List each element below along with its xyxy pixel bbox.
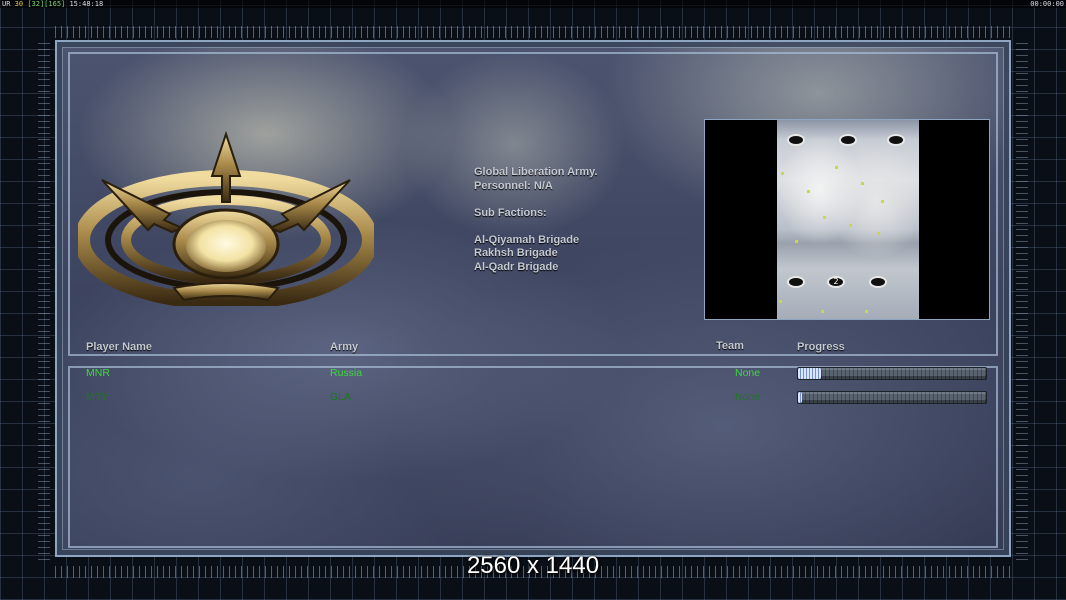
sub-faction-item: Al-Qadr Brigade [474, 260, 559, 273]
gla-emblem-icon [78, 130, 374, 306]
game-timer: 00:00:00 [1030, 0, 1064, 8]
occupied-start-position: 2 [827, 276, 845, 288]
faction-name: Global Liberation Army. [474, 166, 598, 178]
supply-dot [781, 172, 784, 175]
resolution-label: 2560 x 1440 [466, 552, 600, 579]
player-army: Russia [330, 367, 363, 379]
supply-dot [795, 240, 798, 243]
player-team: None [735, 367, 761, 379]
supply-dot [865, 310, 868, 313]
supply-dot [877, 232, 880, 235]
map-preview: 2 [777, 120, 919, 319]
status-prefix: UR [2, 0, 11, 8]
status-bar: UR 30 [32][165] 15:48:18 00:00:00 [0, 0, 1066, 8]
loading-progress-fill [798, 392, 802, 403]
faction-personnel: Personnel: N/A [474, 179, 553, 192]
start-position-icon [787, 134, 805, 146]
status-bracket-a: [32] [27, 0, 45, 8]
player-name: MNR [86, 367, 110, 379]
loading-progress-bar [797, 391, 987, 404]
left-ruler [38, 40, 50, 560]
status-clock: 15:48:18 [69, 0, 104, 8]
player-army: GLA [330, 391, 352, 403]
supply-dot [821, 310, 824, 313]
header-army: Army [330, 341, 359, 353]
start-position-icon [887, 134, 905, 146]
status-left: UR 30 [32][165] 15:48:18 [2, 0, 103, 8]
faction-info: Global Liberation Army. Personnel: N/A S… [474, 166, 597, 274]
start-position-icon [787, 276, 805, 288]
header-progress: Progress [797, 341, 845, 353]
top-ruler [55, 26, 1011, 38]
loading-progress-bar [797, 367, 987, 380]
supply-dot [881, 200, 884, 203]
start-position-icon [839, 134, 857, 146]
minimap: 2 [704, 119, 990, 320]
supply-dot [861, 182, 864, 185]
supply-dot [849, 224, 852, 227]
loading-progress-fill [798, 368, 821, 379]
player-name: MTV [86, 391, 109, 403]
start-position-icon [869, 276, 887, 288]
supply-dot [807, 190, 810, 193]
player-row: MTV GLA None [86, 390, 988, 406]
right-ruler [1016, 40, 1028, 560]
supply-dot [835, 166, 838, 169]
fps-readout: 30 [14, 0, 24, 8]
supply-dot [779, 300, 782, 303]
player-team: None [735, 391, 761, 403]
status-bracket-b: [165] [44, 0, 66, 8]
sub-factions-heading: Sub Factions: [474, 206, 547, 219]
sub-faction-item: Al-Qiyamah Brigade [474, 233, 580, 246]
sub-faction-item: Rakhsh Brigade [474, 247, 558, 259]
header-player-name: Player Name [86, 341, 153, 353]
supply-dot [823, 216, 826, 219]
player-row: MNR Russia None [86, 366, 988, 382]
header-team: Team [716, 340, 744, 352]
